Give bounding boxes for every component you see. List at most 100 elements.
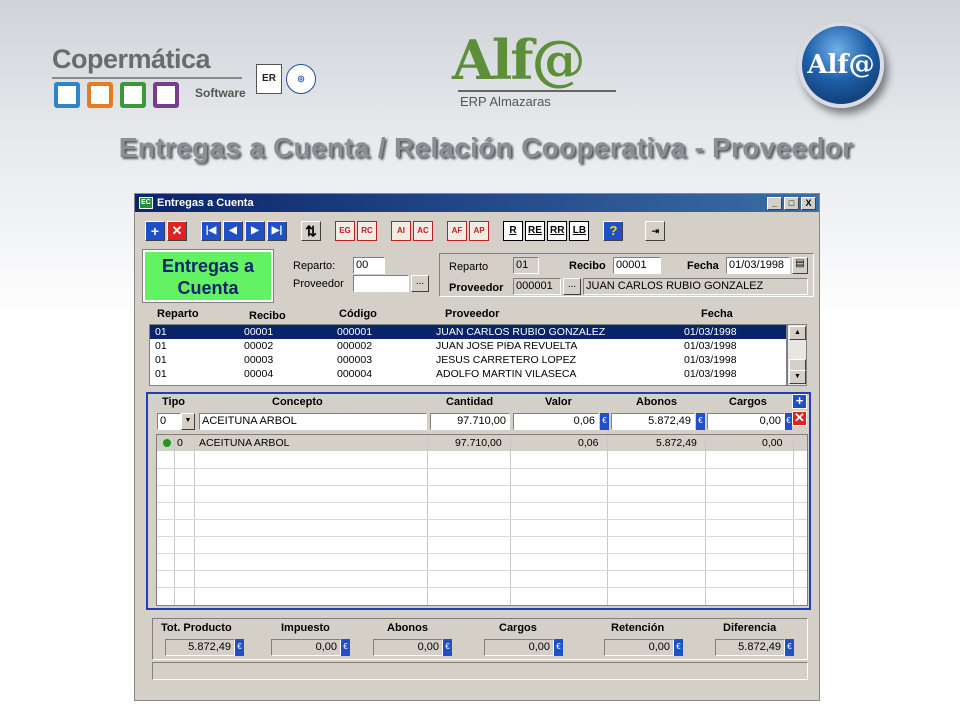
- re-button[interactable]: RE: [525, 221, 545, 241]
- info-proveedor-name: JUAN CARLOS RUBIO GONZALEZ: [583, 278, 808, 295]
- euro-icon[interactable]: €: [341, 639, 350, 656]
- cargos-euro-icon[interactable]: €: [785, 413, 792, 430]
- status-bar: [152, 662, 808, 680]
- logo-square-purple: [153, 82, 179, 108]
- total-cargos-label: Cargos: [499, 622, 537, 634]
- form-title-line2: Cuenta: [177, 278, 239, 298]
- logo-square-orange: [87, 82, 113, 108]
- minimize-button[interactable]: _: [767, 196, 782, 210]
- total-retencion-label: Retención: [611, 622, 665, 634]
- total-impuesto-value: 0,00: [271, 639, 341, 656]
- tipo-select[interactable]: 0: [157, 413, 181, 430]
- logo-square-blue: [54, 82, 80, 108]
- list-scrollbar[interactable]: ▲ ▼: [787, 324, 807, 386]
- first-record-button[interactable]: |◀: [201, 221, 221, 241]
- total-producto-label: Tot. Producto: [161, 622, 232, 634]
- calendar-icon[interactable]: ▤: [792, 257, 808, 274]
- cargos-input[interactable]: 0,00: [707, 413, 785, 430]
- list-col-codigo: Código: [339, 308, 377, 320]
- abonos-input[interactable]: 5.872,49: [611, 413, 695, 430]
- detail-col-tipo: Tipo: [162, 396, 186, 408]
- product-name: Alf@: [452, 28, 586, 92]
- list-col-proveedor: Proveedor: [445, 308, 500, 320]
- info-proveedor-label: Proveedor: [449, 282, 504, 294]
- total-abonos-label: Abonos: [387, 622, 428, 634]
- totals-panel: Tot. Producto Impuesto Abonos Cargos Ret…: [152, 618, 808, 660]
- list-row[interactable]: 01 00002 000002 JUAN JOSE PIÐA REVUELTA …: [150, 339, 786, 353]
- detail-col-cantidad: Cantidad: [446, 396, 494, 408]
- ap-button[interactable]: AP: [469, 221, 489, 241]
- exit-button[interactable]: ⇥: [645, 221, 666, 241]
- info-recibo-field: 00001: [613, 257, 661, 274]
- cantidad-input[interactable]: 97.710,00: [430, 413, 510, 430]
- logo-squares: [54, 82, 179, 108]
- last-record-button[interactable]: ▶|: [267, 221, 287, 241]
- list-row[interactable]: 01 00001 000001 JUAN CARLOS RUBIO GONZAL…: [150, 325, 786, 339]
- euro-icon[interactable]: €: [235, 639, 244, 656]
- chevron-down-icon[interactable]: ▼: [181, 413, 195, 430]
- swap-icon[interactable]: ⇅: [301, 221, 321, 241]
- reparto-filter-label: Reparto:: [293, 260, 336, 272]
- list-row[interactable]: 01 00003 000003 JESUS CARRETERO LOPEZ 01…: [150, 353, 786, 367]
- r-button[interactable]: R: [503, 221, 523, 241]
- app-window: EC Entregas a Cuenta _ □ X + ✕ |◀ ◀ ▶ ▶|…: [134, 193, 820, 701]
- logo-underline: [52, 77, 242, 79]
- valor-input[interactable]: 0,06: [513, 413, 599, 430]
- window-titlebar: EC Entregas a Cuenta _ □ X: [135, 194, 819, 212]
- rc-button[interactable]: RC: [357, 221, 377, 241]
- company-name: Copermática: [52, 44, 211, 74]
- detail-col-valor: Valor: [545, 396, 572, 408]
- product-sub: ERP Almazaras: [460, 94, 551, 109]
- total-retencion-value: 0,00: [604, 639, 674, 656]
- delete-line-button[interactable]: ✕: [792, 411, 807, 426]
- detail-grid[interactable]: 0 ACEITUNA ARBOL 97.710,00 0,06 5.872,49…: [156, 434, 808, 606]
- euro-icon[interactable]: €: [674, 639, 683, 656]
- form-title-line1: Entregas a: [161, 256, 255, 276]
- ac-button[interactable]: AC: [413, 221, 433, 241]
- scroll-up-icon[interactable]: ▲: [789, 326, 806, 340]
- entregas-list[interactable]: 01 00001 000001 JUAN CARLOS RUBIO GONZAL…: [149, 324, 787, 386]
- proveedor-filter-input[interactable]: [353, 275, 409, 292]
- total-abonos-value: 0,00: [373, 639, 443, 656]
- concepto-input[interactable]: ACEITUNA ARBOL: [199, 413, 427, 430]
- info-reparto-field: 01: [513, 257, 539, 274]
- reparto-filter-input[interactable]: 00: [353, 257, 385, 274]
- close-button[interactable]: X: [801, 196, 816, 210]
- delete-record-button[interactable]: ✕: [167, 221, 187, 241]
- proveedor-lookup-button[interactable]: ...: [411, 275, 429, 292]
- info-recibo-label: Recibo: [569, 260, 606, 272]
- certification-er-icon: ER: [256, 64, 282, 94]
- copermatica-logo: Copermática Software: [52, 44, 252, 114]
- rr-button[interactable]: RR: [547, 221, 568, 241]
- logo-line: [458, 90, 616, 92]
- prev-record-button[interactable]: ◀: [223, 221, 243, 241]
- info-fecha-field: 01/03/1998: [726, 257, 790, 274]
- ai-button[interactable]: AI: [391, 221, 411, 241]
- orb-text: Alf@: [807, 50, 875, 80]
- detail-panel: Tipo Concepto Cantidad Valor Abonos Carg…: [146, 392, 811, 610]
- table-row[interactable]: 0 ACEITUNA ARBOL 97.710,00 0,06 5.872,49…: [157, 435, 807, 451]
- next-record-button[interactable]: ▶: [245, 221, 265, 241]
- alfa-orb-logo: Alf@: [798, 22, 884, 108]
- window-title: Entregas a Cuenta: [157, 197, 254, 209]
- af-button[interactable]: AF: [447, 221, 467, 241]
- help-button[interactable]: ?: [603, 221, 624, 241]
- euro-icon[interactable]: €: [785, 639, 794, 656]
- maximize-button[interactable]: □: [784, 196, 799, 210]
- list-row[interactable]: 01 00004 000004 ADOLFO MARTIN VILASECA 0…: [150, 367, 786, 381]
- info-reparto-label: Reparto: [449, 261, 489, 273]
- info-proveedor-lookup-button[interactable]: ...: [563, 278, 581, 295]
- euro-icon[interactable]: €: [443, 639, 452, 656]
- total-diferencia-value: 5.872,49: [715, 639, 785, 656]
- valor-euro-icon[interactable]: €: [600, 413, 609, 430]
- form-title-label: Entregas a Cuenta: [142, 249, 274, 303]
- total-cargos-value: 0,00: [484, 639, 554, 656]
- add-record-button[interactable]: +: [145, 221, 165, 241]
- scroll-down-icon[interactable]: ▼: [789, 370, 806, 384]
- eg-button[interactable]: EG: [335, 221, 355, 241]
- abonos-euro-icon[interactable]: €: [696, 413, 705, 430]
- add-line-button[interactable]: +: [792, 394, 807, 409]
- lb-button[interactable]: LB: [569, 221, 590, 241]
- euro-icon[interactable]: €: [554, 639, 563, 656]
- list-col-fecha: Fecha: [701, 308, 733, 320]
